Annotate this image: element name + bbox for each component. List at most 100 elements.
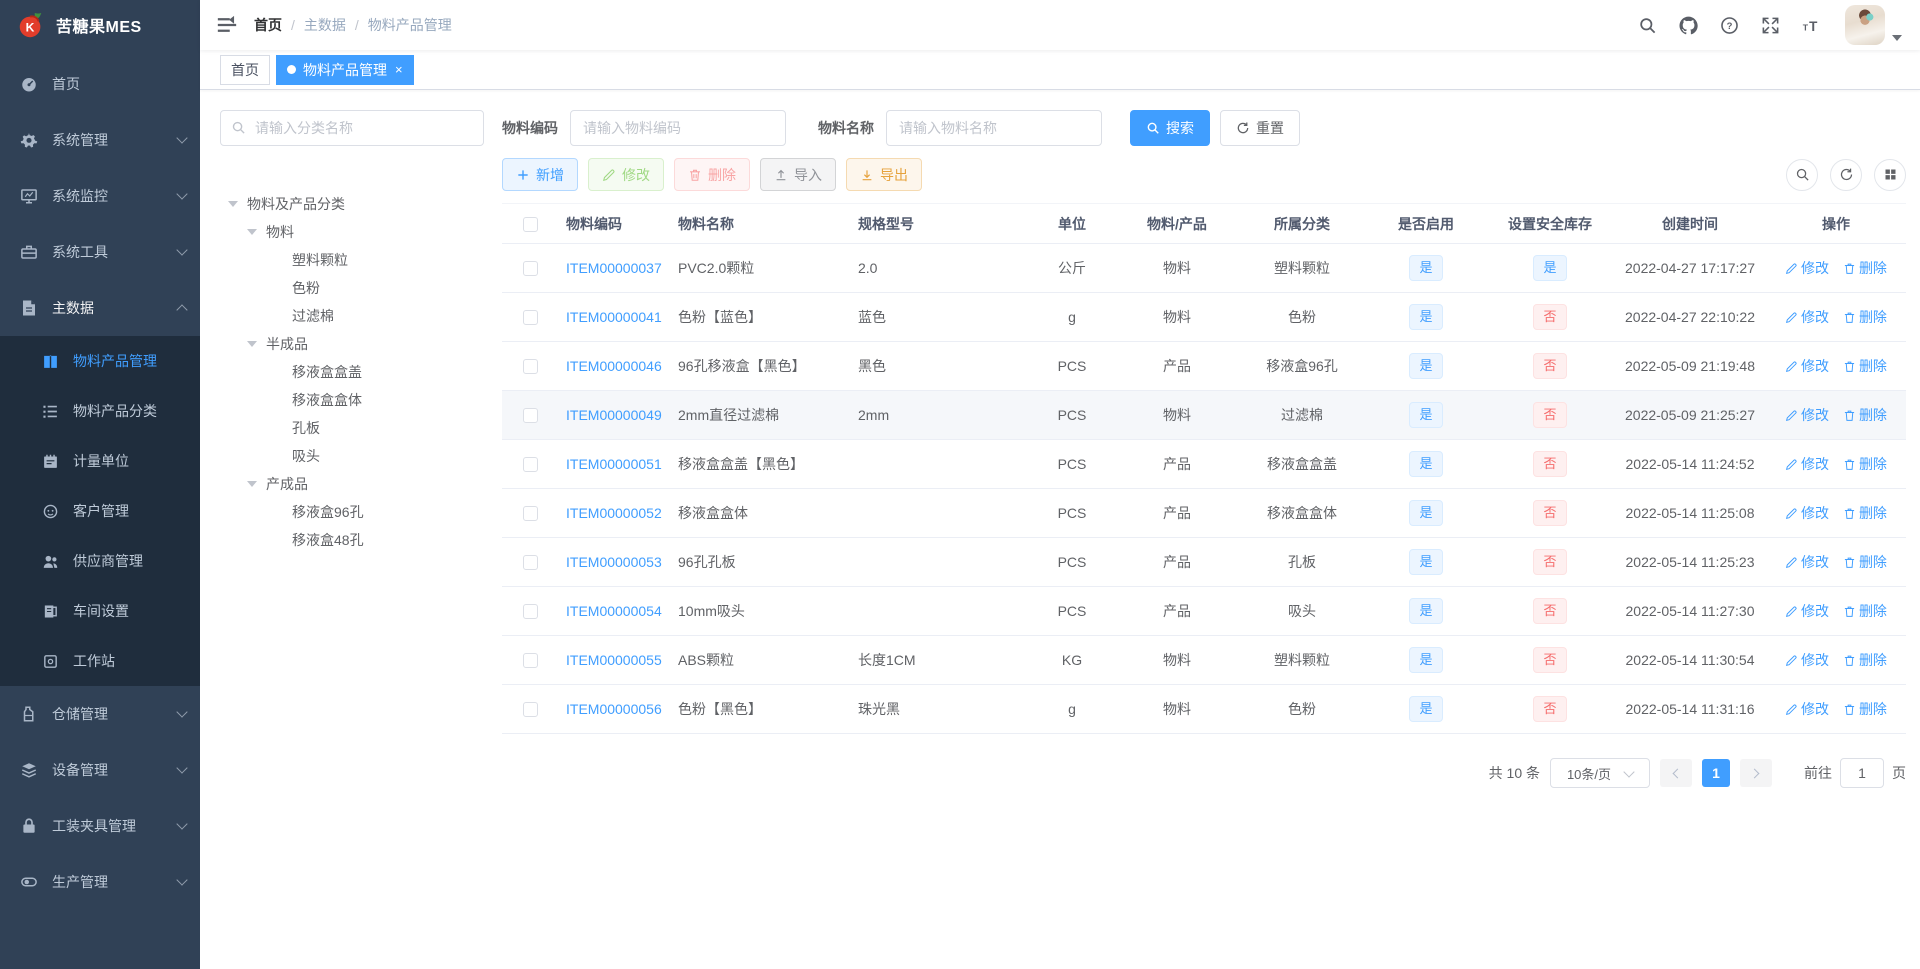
reset-button[interactable]: 重置	[1220, 110, 1300, 146]
material-code-link[interactable]: ITEM00000046	[566, 358, 662, 374]
refresh-button[interactable]	[1830, 158, 1862, 191]
material-name-input[interactable]	[886, 110, 1102, 146]
row-edit-link[interactable]: 修改	[1785, 307, 1829, 327]
sidebar-item-supplier-mgmt[interactable]: 供应商管理	[0, 536, 200, 586]
category-search-input[interactable]	[220, 110, 484, 146]
row-checkbox[interactable]	[522, 604, 538, 620]
sidebar-item-material-product-category[interactable]: 物料产品分类	[0, 386, 200, 436]
material-code-link[interactable]: ITEM00000052	[566, 505, 662, 521]
github-icon[interactable]	[1679, 16, 1698, 35]
tree-node[interactable]: 移液盒盒体	[220, 386, 484, 414]
row-checkbox[interactable]	[522, 261, 538, 277]
sidebar-item-workstation[interactable]: 工作站	[0, 636, 200, 686]
row-checkbox[interactable]	[522, 702, 538, 718]
material-code-link[interactable]: ITEM00000037	[566, 260, 662, 276]
import-button[interactable]: 导入	[760, 158, 836, 191]
current-page[interactable]: 1	[1702, 759, 1730, 787]
sidebar-item-home[interactable]: 首页	[0, 56, 200, 112]
row-checkbox[interactable]	[522, 506, 538, 522]
material-code-link[interactable]: ITEM00000051	[566, 456, 662, 472]
row-delete-link[interactable]: 删除	[1843, 356, 1887, 376]
tree-node[interactable]: 移液盒96孔	[220, 498, 484, 526]
row-edit-link[interactable]: 修改	[1785, 356, 1829, 376]
row-checkbox[interactable]	[522, 408, 538, 424]
goto-page-input[interactable]	[1840, 758, 1884, 788]
row-edit-link[interactable]: 修改	[1785, 258, 1829, 278]
tab-home[interactable]: 首页	[220, 54, 270, 85]
tree-node[interactable]: 物料	[220, 218, 484, 246]
sidebar-item-warehouse-mgmt[interactable]: 仓储管理	[0, 686, 200, 742]
row-edit-link[interactable]: 修改	[1785, 454, 1829, 474]
row-checkbox[interactable]	[522, 310, 538, 326]
delete-button[interactable]: 删除	[674, 158, 750, 191]
row-checkbox[interactable]	[522, 653, 538, 669]
sidebar-item-measure-unit[interactable]: 计量单位	[0, 436, 200, 486]
material-code-link[interactable]: ITEM00000053	[566, 554, 662, 570]
breadcrumb-master-data[interactable]: 主数据	[304, 15, 346, 35]
tree-node[interactable]: 移液盒48孔	[220, 526, 484, 554]
app-logo[interactable]: K 苦糖果MES	[0, 0, 200, 50]
sidebar-item-customer-mgmt[interactable]: 客户管理	[0, 486, 200, 536]
material-code-input[interactable]	[570, 110, 786, 146]
row-delete-link[interactable]: 删除	[1843, 307, 1887, 327]
material-code-link[interactable]: ITEM00000055	[566, 652, 662, 668]
material-code-link[interactable]: ITEM00000054	[566, 603, 662, 619]
toggle-search-button[interactable]	[1786, 158, 1818, 191]
sidebar-item-workshop-settings[interactable]: 车间设置	[0, 586, 200, 636]
sidebar-item-material-product-mgmt[interactable]: 物料产品管理	[0, 336, 200, 386]
edit-button[interactable]: 修改	[588, 158, 664, 191]
next-page-button[interactable]	[1740, 759, 1772, 787]
tree-node[interactable]: 孔板	[220, 414, 484, 442]
export-button[interactable]: 导出	[846, 158, 922, 191]
sidebar-item-system-mgmt[interactable]: 系统管理	[0, 112, 200, 168]
row-delete-link[interactable]: 删除	[1843, 601, 1887, 621]
tree-node[interactable]: 吸头	[220, 442, 484, 470]
row-delete-link[interactable]: 删除	[1843, 405, 1887, 425]
tree-node-root[interactable]: 物料及产品分类	[220, 190, 484, 218]
row-checkbox[interactable]	[522, 555, 538, 571]
fullscreen-icon[interactable]	[1761, 16, 1780, 35]
tree-node[interactable]: 产成品	[220, 470, 484, 498]
row-delete-link[interactable]: 删除	[1843, 258, 1887, 278]
font-size-icon[interactable]: TT	[1802, 16, 1821, 35]
sidebar-item-system-monitor[interactable]: 系统监控	[0, 168, 200, 224]
row-checkbox[interactable]	[522, 359, 538, 375]
select-all-checkbox[interactable]	[522, 216, 538, 232]
tree-node[interactable]: 塑料颗粒	[220, 246, 484, 274]
sidebar-item-master-data[interactable]: 主数据	[0, 280, 200, 336]
tree-node[interactable]: 半成品	[220, 330, 484, 358]
avatar[interactable]	[1845, 5, 1885, 45]
row-edit-link[interactable]: 修改	[1785, 503, 1829, 523]
search-button[interactable]: 搜索	[1130, 110, 1210, 146]
sidebar-item-equipment-mgmt[interactable]: 设备管理	[0, 742, 200, 798]
row-delete-link[interactable]: 删除	[1843, 699, 1887, 719]
row-checkbox[interactable]	[522, 457, 538, 473]
row-edit-link[interactable]: 修改	[1785, 699, 1829, 719]
row-delete-link[interactable]: 删除	[1843, 454, 1887, 474]
row-delete-link[interactable]: 删除	[1843, 503, 1887, 523]
row-edit-link[interactable]: 修改	[1785, 601, 1829, 621]
row-edit-link[interactable]: 修改	[1785, 552, 1829, 572]
material-code-link[interactable]: ITEM00000049	[566, 407, 662, 423]
row-delete-link[interactable]: 删除	[1843, 552, 1887, 572]
user-menu[interactable]	[1845, 5, 1902, 45]
search-icon[interactable]	[1638, 16, 1657, 35]
row-delete-link[interactable]: 删除	[1843, 650, 1887, 670]
row-edit-link[interactable]: 修改	[1785, 405, 1829, 425]
row-edit-link[interactable]: 修改	[1785, 650, 1829, 670]
material-code-link[interactable]: ITEM00000056	[566, 701, 662, 717]
tree-node[interactable]: 色粉	[220, 274, 484, 302]
help-icon[interactable]: ?	[1720, 16, 1739, 35]
page-size-select[interactable]: 10条/页	[1550, 758, 1650, 788]
sidebar-collapse-icon[interactable]	[216, 14, 238, 36]
columns-button[interactable]	[1874, 158, 1906, 191]
tab-close-icon[interactable]: ×	[395, 63, 403, 76]
tree-node[interactable]: 过滤棉	[220, 302, 484, 330]
tab-material-product-mgmt[interactable]: 物料产品管理 ×	[276, 54, 414, 85]
sidebar-item-tooling-fixture-mgmt[interactable]: 工装夹具管理	[0, 798, 200, 854]
tree-node[interactable]: 移液盒盒盖	[220, 358, 484, 386]
sidebar-item-production-mgmt[interactable]: 生产管理	[0, 854, 200, 910]
material-code-link[interactable]: ITEM00000041	[566, 309, 662, 325]
prev-page-button[interactable]	[1660, 759, 1692, 787]
add-button[interactable]: 新增	[502, 158, 578, 191]
